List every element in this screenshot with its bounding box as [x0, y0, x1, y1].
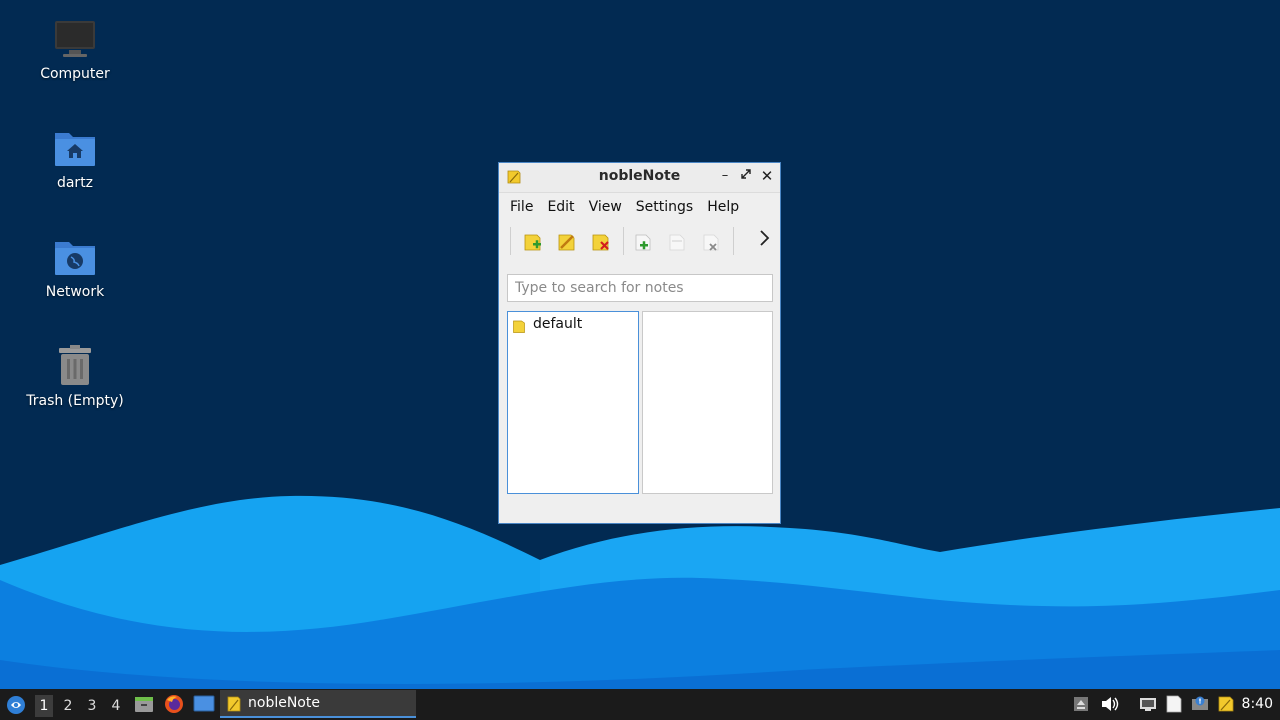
- search-input[interactable]: [507, 274, 773, 302]
- toolbar-separator: [733, 227, 734, 255]
- eject-icon[interactable]: [1073, 696, 1089, 712]
- trash-icon: [54, 345, 96, 387]
- close-icon[interactable]: ✕: [758, 167, 776, 185]
- firefox-icon[interactable]: [164, 694, 184, 714]
- noblenote-tray-icon[interactable]: [1217, 695, 1235, 713]
- desktop-icon-network[interactable]: Network: [20, 236, 130, 300]
- note-list[interactable]: [642, 311, 773, 494]
- desktop-icon-computer[interactable]: Computer: [20, 18, 130, 82]
- window-titlebar[interactable]: nobleNote – ✕: [499, 163, 780, 193]
- desktop-icon-label: Trash (Empty): [26, 393, 124, 409]
- menu-edit[interactable]: Edit: [540, 193, 581, 221]
- monitor-icon: [54, 18, 96, 60]
- delete-note-icon[interactable]: [700, 231, 722, 253]
- menu-settings[interactable]: Settings: [629, 193, 700, 221]
- list-item[interactable]: default: [508, 312, 638, 336]
- task-label: nobleNote: [248, 695, 320, 711]
- file-manager-icon[interactable]: [134, 694, 154, 714]
- desktop-icon-home[interactable]: dartz: [20, 127, 130, 191]
- noblenote-icon: [226, 695, 242, 712]
- home-folder-icon: [54, 127, 96, 169]
- volume-icon[interactable]: [1101, 696, 1119, 712]
- toolbar-handle: [510, 227, 511, 255]
- workspace-2[interactable]: 2: [59, 695, 77, 717]
- workspace-1[interactable]: 1: [35, 695, 53, 717]
- desktop-icon-trash[interactable]: Trash (Empty): [20, 345, 130, 409]
- desktop-icon-label: Network: [45, 284, 105, 300]
- minimize-icon[interactable]: –: [716, 167, 734, 185]
- desktop-icon-label: Computer: [40, 66, 110, 82]
- delete-folder-icon[interactable]: [590, 231, 612, 253]
- new-folder-icon[interactable]: [522, 231, 544, 253]
- new-note-icon[interactable]: [632, 231, 654, 253]
- network-folder-icon: [54, 236, 96, 278]
- taskbar: 1 2 3 4 nobleNote 8:40: [0, 689, 1280, 720]
- maximize-icon[interactable]: [737, 167, 755, 185]
- folder-name: default: [533, 316, 583, 332]
- rename-note-icon[interactable]: [666, 231, 688, 253]
- toolbar-separator: [623, 227, 624, 255]
- noblenote-window: nobleNote – ✕ File Edit View Settings Help: [498, 162, 781, 524]
- folder-icon: [513, 318, 527, 333]
- update-icon[interactable]: [1191, 696, 1209, 712]
- menu-file[interactable]: File: [503, 193, 540, 221]
- folder-list[interactable]: default: [507, 311, 639, 494]
- menu-bar: File Edit View Settings Help: [499, 193, 780, 221]
- desktop-icon-label: dartz: [56, 175, 94, 191]
- menu-help[interactable]: Help: [700, 193, 746, 221]
- rename-folder-icon[interactable]: [556, 231, 578, 253]
- desktop-icon[interactable]: [193, 694, 215, 714]
- network-icon[interactable]: [1139, 696, 1157, 712]
- clipboard-icon[interactable]: [1165, 695, 1183, 713]
- start-menu-icon[interactable]: [6, 695, 26, 715]
- menu-view[interactable]: View: [582, 193, 629, 221]
- taskbar-task-noblenote[interactable]: nobleNote: [220, 690, 416, 718]
- chevron-right-icon[interactable]: [758, 229, 770, 252]
- clock[interactable]: 8:40: [1242, 696, 1273, 712]
- workspace-4[interactable]: 4: [107, 695, 125, 717]
- workspace-3[interactable]: 3: [83, 695, 101, 717]
- toolbar: [499, 221, 780, 261]
